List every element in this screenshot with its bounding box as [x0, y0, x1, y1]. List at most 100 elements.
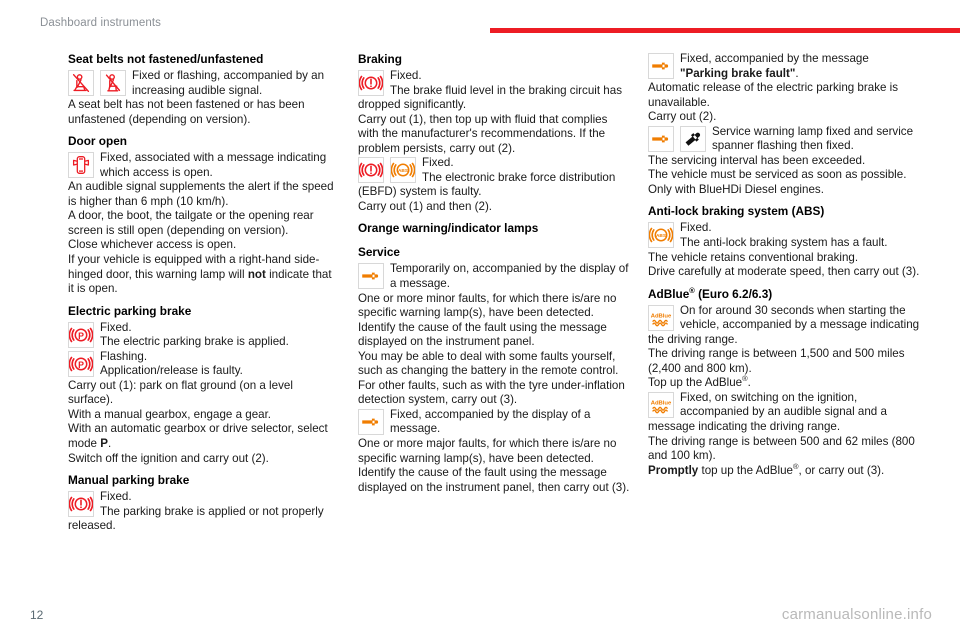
- entry-text-service-minor: Temporarily on, accompanied by the displ…: [390, 262, 629, 291]
- epb-applied-lead2: The electric parking brake is applied.: [100, 335, 289, 349]
- body-door-open-1: A door, the boot, the tailgate or the op…: [68, 209, 314, 237]
- entry-adblue-fixed: AdBlue Fixed, on switching on the igniti…: [648, 391, 920, 435]
- entry-seat-belts: Fixed or flashing, accompanied by an inc…: [68, 69, 340, 98]
- column-left: Seat belts not fastened/unfastened Fixed…: [68, 52, 340, 534]
- svg-text:P: P: [78, 360, 84, 370]
- abs-warning-icon: ABS: [390, 157, 416, 184]
- entry-epb-faulty: P Flashing. Application/release is faulty…: [68, 350, 340, 379]
- entry-service-minor: Temporarily on, accompanied by the displ…: [358, 262, 630, 291]
- body-ebfd-0: Carry out (1) and then (2).: [358, 199, 493, 213]
- entry-text-service-major: Fixed, accompanied by the display of a m…: [390, 407, 591, 436]
- body-pbf-0: Automatic release of the electric parkin…: [648, 81, 899, 109]
- body-service-major-0: One or more major faults, for which ther…: [358, 437, 617, 465]
- entry-text-door-open: Fixed, associated with a message indicat…: [100, 151, 327, 179]
- seatbelt-rear-warning-icon: [100, 70, 126, 96]
- site-watermark: carmanualsonline.info: [781, 606, 932, 623]
- entry-braking-fluid: Fixed. The brake fluid level in the braki…: [358, 69, 630, 113]
- section-heading-seat-belts: Seat belts not fastened/unfastened: [68, 52, 264, 66]
- body-door-open-2: Close whichever access is open.: [68, 238, 237, 252]
- body-door-open-0: An audible signal supplements the alert …: [68, 180, 334, 208]
- electric-parking-brake-icon: P: [68, 350, 94, 377]
- body-adblue-1: Top up the AdBlue®.: [648, 374, 751, 390]
- body-service-interval-0: The servicing interval has been exceeded…: [648, 153, 866, 167]
- adblue-warning-icon: AdBlue: [648, 391, 674, 418]
- svg-text:ABS: ABS: [398, 168, 408, 174]
- body-service-minor-1: Identify the cause of the fault using th…: [358, 320, 607, 349]
- body-adblue-fixed-1: Promptly top up the AdBlue®, or carry ou…: [648, 461, 885, 477]
- abs-warning-icon: ABS: [648, 222, 674, 249]
- pbf-lead: Fixed, accompanied by the message: [680, 52, 869, 65]
- epb-applied-lead: Fixed.: [100, 320, 132, 334]
- svg-text:AdBlue: AdBlue: [651, 313, 672, 319]
- entry-door-open: Fixed, associated with a message indicat…: [68, 151, 340, 180]
- body-epb-2: With an automatic gearbox or drive selec…: [68, 422, 328, 451]
- body-service-minor-0: One or more minor faults, for which ther…: [358, 291, 617, 320]
- entry-text-epb-applied: Fixed. The electric parking brake is appl…: [100, 321, 289, 349]
- entry-abs-fault: ABS Fixed. The anti-lock braking system h…: [648, 221, 920, 250]
- abs-lead2: The anti-lock braking system has a fault…: [680, 236, 888, 250]
- header-title: Dashboard instruments: [40, 17, 161, 29]
- entry-parking-brake-fault: Fixed, accompanied by the message "Parkin…: [648, 52, 920, 81]
- body-abs-1: Drive carefully at moderate speed, then …: [648, 265, 920, 279]
- adblue-warning-icon: AdBlue: [648, 304, 674, 331]
- entry-epb-applied: P Fixed. The electric parking brake is ap…: [68, 321, 340, 350]
- door-open-warning-icon: [68, 152, 94, 179]
- brake-warning-icon: [358, 157, 384, 184]
- pbf-lead-bold: "Parking brake fault": [680, 66, 796, 80]
- column-right: Fixed, accompanied by the message "Parkin…: [648, 52, 920, 478]
- entry-text-adblue-fixed: Fixed, on switching on the ignition, acc…: [648, 390, 887, 434]
- section-heading-adblue: AdBlue® (Euro 6.2/6.3): [648, 285, 773, 301]
- braking-lead: Fixed.: [390, 69, 422, 82]
- service-spanner-black-icon: [680, 125, 706, 152]
- svg-text:ABS: ABS: [656, 234, 666, 240]
- mpb-lead2: The parking brake is applied or not prop…: [68, 504, 324, 533]
- body-service-minor-2: You may be able to deal with some faults…: [358, 349, 619, 378]
- entry-adblue-warning: AdBlue On for around 30 seconds when sta…: [648, 304, 920, 348]
- entry-manual-parking-brake: Fixed. The parking brake is applied or no…: [68, 490, 340, 534]
- epb-faulty-lead2: Application/release is faulty.: [100, 364, 243, 378]
- entry-service-interval: Service warning lamp fixed and service s…: [648, 125, 920, 154]
- brake-warning-icon: [358, 70, 384, 96]
- service-spanner-orange-icon: [358, 263, 384, 290]
- entry-text-abs-fault: Fixed. The anti-lock braking system has a…: [680, 221, 888, 249]
- body-pbf-1: Carry out (2).: [648, 110, 717, 124]
- page-header: Dashboard instruments: [0, 0, 960, 40]
- body-service-major-1: Identify the cause of the fault using th…: [358, 466, 630, 494]
- electric-parking-brake-icon: P: [68, 321, 94, 348]
- entry-service-major: Fixed, accompanied by the display of a m…: [358, 408, 630, 437]
- body-adblue-0: The driving range is between 1,500 and 5…: [648, 347, 905, 375]
- body-service-interval-1: The vehicle must be serviced as soon as …: [648, 168, 907, 182]
- content-columns: Seat belts not fastened/unfastened Fixed…: [0, 52, 960, 582]
- braking-lead2: The brake fluid level in the braking cir…: [358, 83, 622, 112]
- column-middle: Braking Fixed. The brake fluid level in …: [358, 52, 630, 495]
- body-seat-belts-0: A seat belt has not been fastened or has…: [68, 98, 305, 126]
- body-door-open-3: If your vehicle is equipped with a right…: [68, 253, 332, 296]
- body-epb-0: Carry out (1): park on flat ground (on a…: [68, 378, 293, 407]
- entry-text-epb-faulty: Flashing. Application/release is faulty.: [100, 350, 243, 378]
- body-epb-3: Switch off the ignition and carry out (2…: [68, 451, 269, 465]
- svg-text:P: P: [78, 331, 84, 341]
- body-service-minor-3: For other faults, such as with the tyre …: [358, 378, 625, 407]
- header-red-rule: [490, 28, 960, 33]
- ebfd-lead: Fixed.: [422, 156, 454, 170]
- entry-text-adblue-warning: On for around 30 seconds when starting t…: [648, 303, 920, 346]
- service-spanner-orange-icon: [648, 53, 674, 79]
- entry-text-parking-brake-fault: Fixed, accompanied by the message "Parkin…: [680, 52, 869, 80]
- section-heading-service: Service: [358, 245, 400, 260]
- section-heading-abs: Anti-lock braking system (ABS): [648, 204, 825, 219]
- entry-text-braking-fluid: Fixed. The brake fluid level in the braki…: [358, 69, 622, 111]
- section-heading-electric-parking-brake: Electric parking brake: [68, 303, 192, 318]
- abs-lead: Fixed.: [680, 221, 712, 235]
- pbf-lead-tail: .: [795, 66, 799, 80]
- section-heading-door-open: Door open: [68, 134, 127, 149]
- entry-text-seat-belts: Fixed or flashing, accompanied by an inc…: [132, 69, 325, 97]
- brake-warning-icon: [68, 491, 94, 518]
- service-spanner-orange-icon: [648, 125, 674, 152]
- section-heading-orange-lamps: Orange warning/indicator lamps: [358, 221, 539, 236]
- entry-text-manual-parking-brake: Fixed. The parking brake is applied or no…: [68, 490, 324, 532]
- entry-ebfd: ABS Fixed. The electronic brake force dis…: [358, 156, 630, 200]
- svg-text:AdBlue: AdBlue: [651, 400, 672, 406]
- body-epb-1: With a manual gearbox, engage a gear.: [68, 407, 272, 421]
- service-spanner-orange-icon: [358, 408, 384, 435]
- body-service-interval-2: Only with BlueHDi Diesel engines.: [648, 182, 824, 196]
